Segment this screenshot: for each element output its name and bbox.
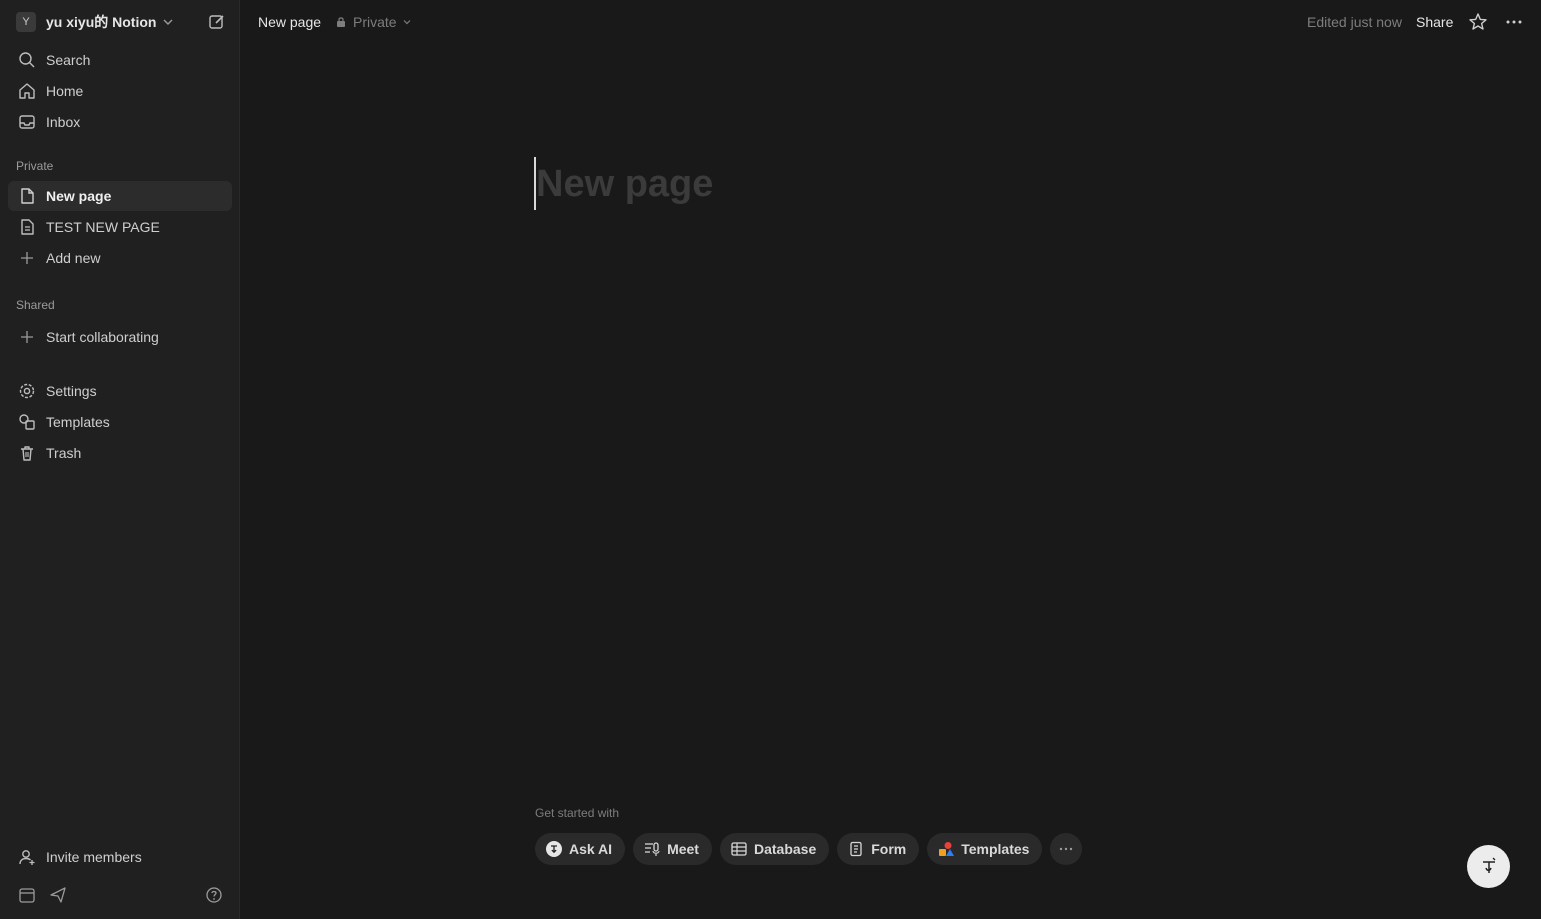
templates-shapes-icon [937, 840, 955, 858]
plus-icon [17, 248, 37, 268]
sidebar-item-search[interactable]: Search [8, 45, 232, 75]
sidebar-item-label: Trash [46, 445, 82, 461]
chevron-down-icon [163, 19, 173, 25]
search-icon [17, 50, 37, 70]
breadcrumb-page-title[interactable]: New page [258, 14, 321, 30]
sidebar-item-label: New page [46, 188, 112, 204]
visibility-label: Private [353, 14, 397, 30]
sidebar-item-trash[interactable]: Trash [8, 438, 232, 468]
sidebar-item-start-collaborating[interactable]: Start collaborating [8, 322, 232, 352]
sidebar: Y yu xiyu的 Notion Search Home Inbox Priv… [0, 0, 240, 919]
share-button[interactable]: Share [1416, 14, 1453, 30]
sidebar-item-test-new-page[interactable]: TEST NEW PAGE [8, 212, 232, 242]
lock-icon [337, 17, 345, 27]
sidebar-item-label: Invite members [46, 849, 142, 865]
visibility-dropdown[interactable]: Private [335, 14, 412, 30]
templates-button[interactable]: Templates [927, 833, 1043, 865]
compose-icon[interactable] [208, 13, 226, 31]
workspace-switcher[interactable]: Y yu xiyu的 Notion [8, 9, 232, 35]
chip-label: Ask AI [569, 841, 613, 857]
workspace-avatar: Y [16, 12, 36, 32]
notion-ai-fab[interactable] [1467, 845, 1510, 888]
meeting-notes-icon [643, 840, 661, 858]
chip-label: Database [753, 841, 817, 857]
sidebar-item-templates[interactable]: Templates [8, 407, 232, 437]
ask-ai-button[interactable]: Ask AI [535, 833, 626, 865]
topbar: New page Private Edited just now Share [240, 0, 1541, 44]
notion-ai-face-icon [1482, 857, 1495, 873]
form-button[interactable]: Form [837, 833, 920, 865]
chip-label: Meet [667, 841, 699, 857]
sidebar-item-new-page[interactable]: New page [8, 181, 232, 211]
sidebar-item-add-new[interactable]: Add new [8, 243, 232, 273]
workspace-name: yu xiyu的 Notion [46, 14, 157, 30]
inbox-icon [17, 112, 37, 132]
edited-status: Edited just now [1307, 14, 1402, 30]
trash-icon [17, 443, 37, 463]
sidebar-item-label: Templates [46, 414, 110, 430]
database-button[interactable]: Database [719, 833, 830, 865]
page-title-input[interactable]: New page [536, 163, 713, 206]
page-icon [17, 186, 37, 206]
sidebar-item-invite-members[interactable]: Invite members [8, 842, 232, 872]
sidebar-item-label: Home [46, 83, 84, 99]
form-icon [847, 840, 865, 858]
star-icon[interactable] [1468, 12, 1488, 32]
sidebar-item-label: Search [46, 52, 91, 68]
section-label-private[interactable]: Private [16, 159, 53, 173]
sidebar-item-settings[interactable]: Settings [8, 376, 232, 406]
get-started-chips: Ask AI Meet Database Form Templates [535, 833, 1090, 865]
more-options-button[interactable] [1050, 833, 1083, 865]
sidebar-item-label: Start collaborating [46, 329, 159, 345]
chevron-down-icon [403, 20, 411, 25]
send-icon[interactable] [48, 885, 68, 905]
chip-label: Form [871, 841, 907, 857]
get-started-label: Get started with [535, 806, 620, 820]
section-label-shared[interactable]: Shared [16, 298, 55, 312]
sidebar-item-label: TEST NEW PAGE [46, 219, 160, 235]
sidebar-item-label: Inbox [46, 114, 81, 130]
invite-user-icon [17, 847, 37, 867]
sidebar-item-label: Settings [46, 383, 97, 399]
notion-ai-icon [545, 840, 563, 858]
sidebar-footer-icons [0, 880, 240, 910]
meet-button[interactable]: Meet [633, 833, 712, 865]
more-options-icon[interactable] [1504, 12, 1524, 32]
chip-label: Templates [961, 841, 1030, 857]
gear-icon [17, 381, 37, 401]
templates-icon [17, 412, 37, 432]
plus-icon [17, 327, 37, 347]
calendar-icon[interactable] [17, 885, 37, 905]
document-icon [17, 217, 37, 237]
table-icon [730, 840, 748, 858]
sidebar-item-inbox[interactable]: Inbox [8, 107, 232, 137]
help-icon[interactable] [204, 885, 224, 905]
sidebar-item-home[interactable]: Home [8, 76, 232, 106]
more-options-icon [1060, 847, 1073, 851]
sidebar-item-label: Add new [46, 250, 101, 266]
home-icon [17, 81, 37, 101]
